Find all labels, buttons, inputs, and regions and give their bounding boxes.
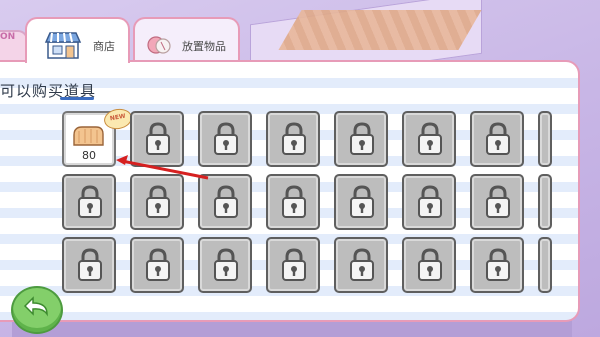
locked-item-slot[interactable]	[470, 111, 524, 167]
lock-icon	[350, 185, 374, 218]
locked-item-slot[interactable]	[266, 237, 320, 293]
locked-item-slot[interactable]	[198, 237, 252, 293]
lock-icon	[418, 185, 442, 218]
back-button[interactable]	[11, 286, 63, 334]
tab-shop-label: 商店	[93, 40, 115, 53]
lock-icon	[214, 248, 238, 281]
shop-stall-icon	[44, 32, 82, 59]
lock-icon	[282, 122, 306, 155]
locked-item-slot[interactable]	[334, 174, 388, 230]
lock-icon	[418, 122, 442, 155]
locked-item-slot[interactable]	[402, 174, 456, 230]
lock-icon	[78, 185, 102, 218]
bread-icon	[73, 126, 104, 146]
background-wood-floor	[278, 10, 482, 50]
locked-item-slot[interactable]	[334, 111, 388, 167]
locked-item-slot[interactable]	[130, 237, 184, 293]
lock-icon	[146, 248, 170, 281]
lock-icon	[282, 185, 306, 218]
lock-icon	[486, 248, 510, 281]
tab-place-items[interactable]: 放置物品	[133, 17, 240, 63]
lock-icon	[282, 248, 306, 281]
tab-place-items-label: 放置物品	[182, 40, 226, 53]
lock-icon	[350, 248, 374, 281]
lock-icon	[418, 248, 442, 281]
back-arrow-icon	[23, 296, 48, 317]
locked-item-slot[interactable]	[402, 237, 456, 293]
place-items-icon	[147, 36, 171, 54]
lock-icon	[350, 122, 374, 155]
title-underline	[60, 97, 94, 100]
locked-item-slot[interactable]	[62, 174, 116, 230]
background-sign-text: ON	[0, 32, 16, 42]
hint-arrow-icon	[116, 155, 209, 180]
locked-item-slot[interactable]	[266, 111, 320, 167]
locked-item-slot-partial[interactable]	[538, 111, 552, 167]
lock-icon	[78, 248, 102, 281]
locked-item-slot-partial[interactable]	[538, 237, 552, 293]
item-price: 80	[82, 149, 96, 162]
locked-item-slot[interactable]	[470, 237, 524, 293]
lock-icon	[486, 122, 510, 155]
lock-icon	[146, 185, 170, 218]
locked-item-slot[interactable]	[62, 237, 116, 293]
lock-icon	[486, 185, 510, 218]
locked-item-slot[interactable]	[334, 237, 388, 293]
tab-shop[interactable]: 商店	[25, 17, 130, 63]
locked-item-slot[interactable]	[266, 174, 320, 230]
shop-item-bread[interactable]: 80 NEW	[62, 106, 134, 167]
locked-item-slot[interactable]	[402, 111, 456, 167]
locked-item-slot-partial[interactable]	[538, 174, 552, 230]
locked-item-slot[interactable]	[470, 174, 524, 230]
lock-icon	[214, 185, 238, 218]
